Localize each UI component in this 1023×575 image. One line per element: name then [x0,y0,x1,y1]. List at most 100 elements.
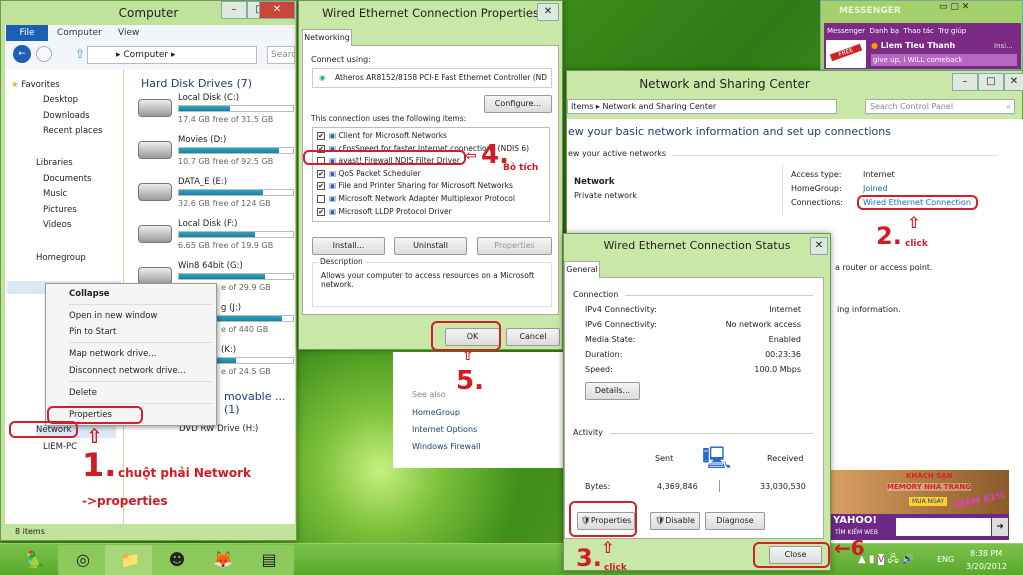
drive-free: e of 24.5 GB [221,367,271,376]
tab-general[interactable]: General [564,261,600,278]
step-3-text: click [604,563,627,573]
ad-buy-button[interactable]: MUA NGAY [909,497,948,506]
drive-name[interactable]: Local Disk (F:) [178,219,237,229]
link-internet-options[interactable]: Internet Options [412,425,477,434]
arrow-up-icon: ⇧ [86,424,103,448]
link-homegroup[interactable]: HomeGroup [412,408,460,417]
nsc-address-bar[interactable]: Items ▸ Network and Sharing Center [567,99,837,114]
arrow-up-icon: ⇧ [907,213,921,232]
messenger-menu[interactable]: Messenger Danh bạ Thao tác Trợ giúp [827,27,966,35]
drive-name[interactable]: g (J:) [221,303,241,313]
item-properties-button[interactable]: Properties [477,237,552,255]
maximize-button[interactable]: □ [978,73,1004,91]
component-item[interactable]: ✔ ▣ QoS Packet Scheduler [317,169,421,178]
minimize-button[interactable]: – [952,73,978,91]
menu-delete[interactable]: Delete [69,388,97,398]
install-button[interactable]: Install... [312,237,385,255]
menu-pin-to-start[interactable]: Pin to Start [69,327,116,337]
component-item[interactable]: ✔ ▣ Microsoft LLDP Protocol Driver [317,207,452,216]
ad-search-input[interactable] [896,518,991,536]
tab-computer[interactable]: Computer [57,25,102,41]
close-button[interactable]: ✕ [1004,73,1023,91]
clock-time[interactable]: 8:38 PM [970,549,1002,558]
status-message-input[interactable]: give up, i WILL comeback [871,54,1017,66]
nav-videos[interactable]: Videos [43,220,71,230]
nav-libraries[interactable]: Libraries [36,158,73,168]
checkbox[interactable]: ✔ [317,182,325,191]
tab-file[interactable]: File [6,25,48,41]
taskbar-firefox-icon[interactable]: 🦊 [198,545,248,575]
component-item[interactable]: ✔ ▣ Client for Microsoft Networks [317,131,447,140]
checkbox[interactable] [317,195,325,203]
clock-date[interactable]: 3/20/2012 [966,562,1007,571]
nav-music[interactable]: Music [43,189,67,199]
messenger-title: MESSENGER [839,6,901,16]
drive-name[interactable]: Local Disk (C:) [178,93,239,103]
highlight-close [753,542,830,568]
component-item[interactable]: ▣ Microsoft Network Adapter Multiplexor … [317,194,515,203]
explorer-window: Computer – □ ✕ File Computer View ← ⇧ ▸ … [0,0,297,541]
drive-name[interactable]: Movies (D:) [178,135,226,145]
menu-disconnect-drive[interactable]: Disconnect network drive... [69,366,186,376]
component-item[interactable]: ✔ ▣ File and Printer Sharing for Microsof… [317,181,513,191]
taskbar-control-panel-icon[interactable]: ▤ [244,545,294,575]
taskbar-chrome-icon[interactable]: ◎ [58,545,108,575]
info-text: ing information. [837,305,901,314]
homegroup-link[interactable]: Joined [863,184,888,193]
tab-networking[interactable]: Networking [302,29,352,46]
taskbar-explorer-icon[interactable]: 📁 [105,545,155,575]
menu-open-new-window[interactable]: Open in new window [69,311,157,321]
cancel-button[interactable]: Cancel [506,328,560,346]
messenger-window-controls[interactable]: ▭ ▢ ✕ [939,2,969,12]
step-2-text: click [905,239,928,249]
yahoo-ad[interactable]: KHÁCH SẠN MEMORY NHA TRANG MUA NGAY GIẢM… [831,470,1009,540]
checkbox[interactable]: ✔ [317,132,325,140]
drive-usage-bar [178,273,294,280]
drive-name[interactable]: (K:) [221,345,236,355]
status-row-value: 00:23:36 [765,350,801,359]
nav-pictures[interactable]: Pictures [43,205,77,215]
up-icon[interactable]: ⇧ [75,47,85,61]
nav-liem-pc[interactable]: LIEM-PC [43,442,77,452]
address-input[interactable]: ▸ Computer ▸ [87,46,257,64]
details-button[interactable]: Details... [585,382,640,400]
step-5: 5. [456,366,484,396]
nav-homegroup[interactable]: Homegroup [36,253,86,263]
checkbox[interactable]: ✔ [317,169,325,178]
language-indicator[interactable]: ENG [937,555,954,564]
nav-downloads[interactable]: Downloads [43,111,90,121]
minimize-button[interactable]: – [221,1,247,19]
step-1-text2: ->properties [82,494,168,508]
link-windows-firewall[interactable]: Windows Firewall [412,442,480,451]
close-button[interactable]: ✕ [259,1,295,19]
forward-icon[interactable] [36,46,52,62]
taskbar-bird-icon[interactable]: 🦜 [10,545,60,575]
nav-documents[interactable]: Documents [43,174,91,184]
close-button[interactable]: ✕ [810,237,828,255]
taskbar-messenger-icon[interactable]: ☻ [152,545,202,575]
nav-favorites[interactable]: ★ Favorites [11,80,60,90]
nav-recent[interactable]: Recent places [43,126,102,136]
status-row-label: Speed: [585,365,613,374]
uninstall-button[interactable]: Uninstall [394,237,467,255]
adapter-icon: ◉ [319,73,326,82]
ad-search-arrow-icon[interactable]: ➜ [992,518,1008,536]
menu-map-drive[interactable]: Map network drive... [69,349,156,359]
disable-button[interactable]: 🛡Disable [650,512,700,530]
back-icon[interactable]: ← [13,45,31,63]
nsc-search-input[interactable]: Search Control Panel ⌕ [865,99,1015,114]
drive-name[interactable]: Win8 64bit (G:) [178,261,243,271]
drive-name[interactable]: DATA_E (E:) [178,177,227,187]
close-button[interactable]: ✕ [537,3,559,21]
checkbox[interactable]: ✔ [317,207,325,216]
yahoo-logo: YAHOO! [833,515,877,526]
drive-icon [138,99,172,117]
adapter-name: Atheros AR8152/8158 PCI-E Fast Ethernet … [335,73,548,82]
tab-view[interactable]: View [118,25,139,41]
search-input[interactable]: Search [267,46,295,64]
tray-icons[interactable]: ▲ ▮ V 🖧 🔊 [858,552,914,569]
menu-collapse[interactable]: Collapse [69,289,110,299]
diagnose-button[interactable]: Diagnose [705,512,765,530]
configure-button[interactable]: Configure... [484,95,552,113]
nav-desktop[interactable]: Desktop [43,95,78,105]
